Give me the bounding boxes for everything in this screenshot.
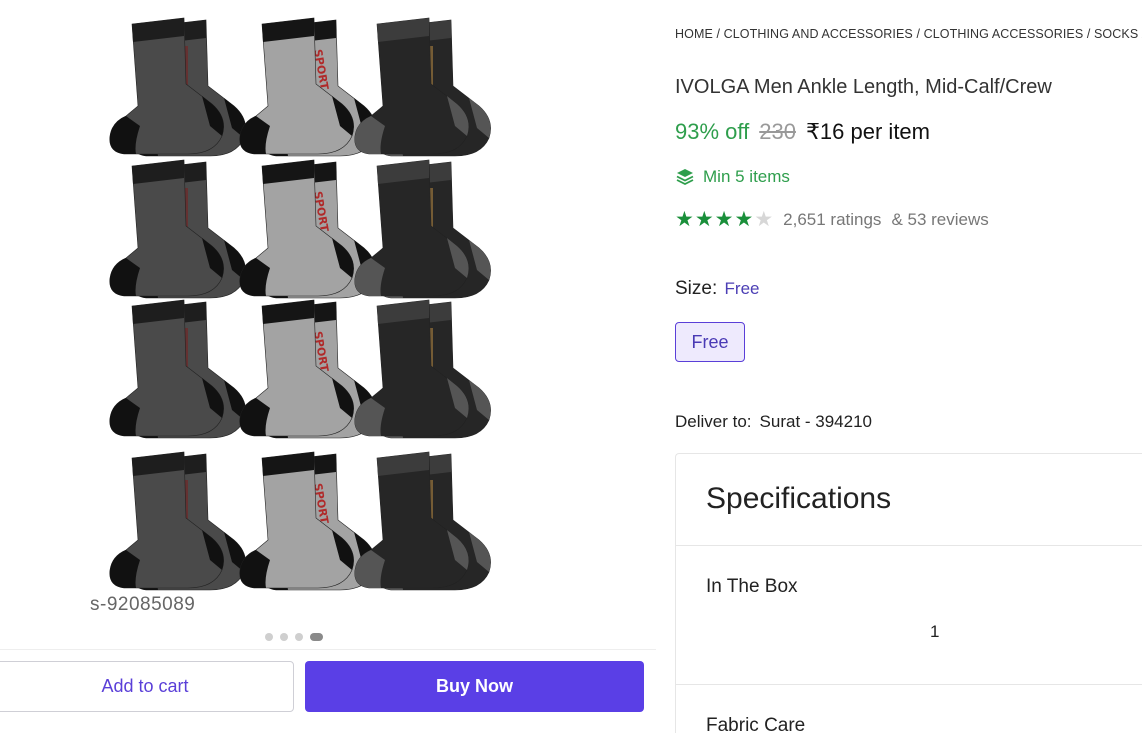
product-info: HOME / CLOTHING AND ACCESSORIES / CLOTHI… [675, 0, 1142, 733]
breadcrumb-item-clothing[interactable]: CLOTHING AND ACCESSORIES [724, 27, 913, 41]
reviews-count[interactable]: & 53 reviews [891, 210, 988, 230]
star-icon: ★ [694, 208, 714, 231]
deliver-label: Deliver to: [675, 412, 752, 431]
carousel-dots[interactable] [265, 633, 323, 641]
delivery-location[interactable]: Surat - 394210 [760, 412, 872, 431]
specifications-title: Specifications [706, 482, 892, 515]
min-order-info: Min 5 items [675, 167, 790, 187]
size-option-free[interactable]: Free [675, 322, 745, 362]
layers-icon [676, 169, 694, 186]
delivery-info: Deliver to: Surat - 394210 [675, 412, 872, 432]
product-title: IVOLGA Men Ankle Length, Mid-Calf/Crew [675, 76, 1052, 98]
ratings-count[interactable]: 2,651 ratings [783, 210, 881, 230]
star-empty-icon: ★ [754, 208, 774, 231]
divider [676, 545, 1142, 546]
product-image[interactable]: SPORTSPORTSPORTSPORT [86, 8, 506, 620]
divider [676, 684, 1142, 685]
breadcrumb-item-socks[interactable]: SOCKS [1094, 27, 1138, 41]
current-price: ₹16 per item [805, 119, 930, 144]
min-items-label: Min 5 items [703, 167, 790, 186]
carousel-dot-active[interactable] [310, 633, 323, 641]
discount-label: 93% off [675, 119, 750, 144]
carousel-dot[interactable] [280, 633, 288, 641]
carousel-dot[interactable] [295, 633, 303, 641]
star-rating: ★ ★ ★ ★ ★ [675, 209, 773, 230]
rating-row: ★ ★ ★ ★ ★ 2,651 ratings & 53 reviews [675, 209, 989, 230]
spec-label: Fabric Care [706, 715, 806, 733]
buy-now-button[interactable]: Buy Now [305, 661, 644, 712]
image-watermark: s-92085089 [90, 594, 196, 615]
product-gallery: SPORT SPORT SPORT SPORT s-92085089 Add to c… [0, 0, 656, 733]
spec-value: 1 [930, 622, 940, 641]
size-label: Size: [675, 278, 718, 299]
breadcrumb-item-home[interactable]: HOME [675, 27, 713, 41]
star-icon: ★ [714, 208, 734, 231]
breadcrumb: HOME / CLOTHING AND ACCESSORIES / CLOTHI… [675, 27, 1142, 41]
star-icon: ★ [734, 208, 754, 231]
spec-label: In The Box [706, 576, 798, 597]
add-to-cart-button[interactable]: Add to cart [0, 661, 294, 712]
original-price: 230 [759, 119, 796, 144]
carousel-dot[interactable] [265, 633, 273, 641]
breadcrumb-item-accessories[interactable]: CLOTHING ACCESSORIES [924, 27, 1084, 41]
price-row: 93% off 230 ₹16 per item [675, 119, 930, 145]
star-icon: ★ [675, 208, 694, 231]
specifications-card: Specifications In The Box 1 Fabric Care [675, 453, 1142, 733]
cta-bar: Add to cart Buy Now [0, 649, 656, 725]
size-selected-value: Free [724, 279, 760, 298]
size-section-label: Size: Free [675, 278, 760, 300]
